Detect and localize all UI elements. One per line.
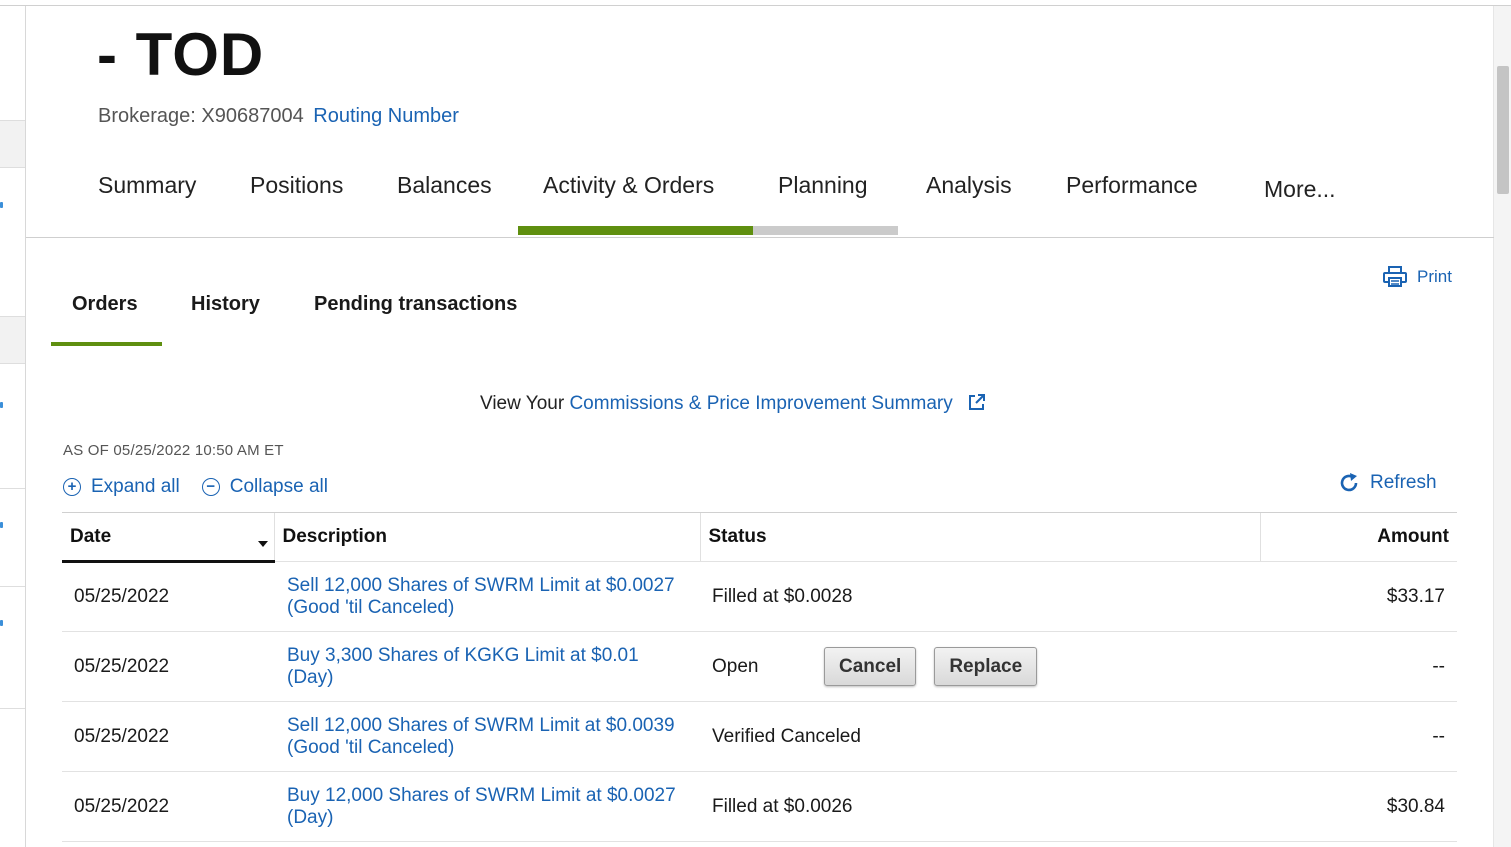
print-label: Print: [1417, 267, 1452, 286]
table-row: 05/25/2022 Buy 3,300 Shares of KGKG Limi…: [62, 631, 1457, 702]
rail-block: [0, 316, 25, 364]
printer-icon: [1383, 266, 1407, 287]
order-amount: $30.84: [1260, 771, 1457, 842]
tab-analysis[interactable]: Analysis: [926, 170, 1012, 200]
order-description-line: Sell 12,000 Shares of SWRM Limit at $0.0…: [287, 574, 675, 596]
refresh-label: Refresh: [1370, 472, 1437, 493]
order-amount: $33.17: [1260, 561, 1457, 632]
column-header-description: Description: [273, 512, 700, 562]
order-description-line: Buy 12,000 Shares of SWRM Limit at $0.00…: [287, 784, 676, 806]
as-of-timestamp: AS OF 05/25/2022 10:50 AM ET: [63, 442, 284, 459]
rail-block: [0, 120, 25, 168]
active-subtab-indicator: [51, 342, 162, 346]
tab-performance[interactable]: Performance: [1066, 170, 1198, 200]
vertical-scrollbar[interactable]: [1493, 6, 1511, 847]
rail-indicator: [0, 620, 3, 626]
routing-number-link[interactable]: Routing Number: [313, 105, 459, 127]
order-date: 05/25/2022: [62, 771, 274, 842]
collapse-all-label: Collapse all: [229, 476, 328, 497]
order-description-link[interactable]: Sell 12,000 Shares of SWRM Limit at $0.0…: [287, 715, 688, 759]
refresh-button[interactable]: Refresh: [1338, 472, 1437, 494]
order-term: (Day): [287, 806, 334, 828]
print-button[interactable]: Print: [1383, 266, 1452, 288]
order-status-cell: Open Cancel Replace: [700, 631, 1260, 702]
table-row: 05/25/2022 Sell 12,000 Shares of SWRM Li…: [62, 561, 1457, 632]
active-tab-indicator: [518, 226, 753, 235]
rail-indicator: [0, 202, 3, 208]
order-term: (Day): [287, 666, 334, 688]
brokerage-info: Brokerage: X90687004 Routing Number: [98, 102, 459, 130]
orders-table: Date Description Status Amount 05/25/202…: [62, 512, 1457, 842]
account-nav: Summary Positions Balances Activity & Or…: [26, 160, 1494, 238]
account-title: - TOD: [97, 21, 265, 88]
order-date: 05/25/2022: [62, 561, 274, 632]
order-description-link[interactable]: Buy 12,000 Shares of SWRM Limit at $0.00…: [287, 785, 688, 829]
replace-order-button[interactable]: Replace: [934, 647, 1038, 686]
column-header-status: Status: [699, 512, 1260, 562]
sort-descending-icon[interactable]: [257, 541, 268, 547]
tab-indicator-track: [753, 226, 898, 235]
rail-divider: [0, 488, 25, 489]
order-amount: --: [1260, 701, 1457, 772]
expand-all-button[interactable]: + Expand all: [63, 476, 180, 498]
expand-all-label: Expand all: [91, 476, 180, 497]
tab-more[interactable]: More...: [1264, 174, 1336, 204]
tab-positions[interactable]: Positions: [250, 170, 343, 200]
order-description: Buy 3,300 Shares of KGKG Limit at $0.01 …: [274, 631, 700, 702]
subtab-orders[interactable]: Orders: [72, 290, 138, 318]
order-description-line: Sell 12,000 Shares of SWRM Limit at $0.0…: [287, 714, 675, 736]
commissions-prefix: View Your: [480, 393, 565, 414]
order-status-group: Open Cancel Replace: [712, 647, 1248, 686]
tab-balances[interactable]: Balances: [397, 170, 492, 200]
column-header-date[interactable]: Date: [62, 512, 274, 563]
column-header-amount: Amount: [1259, 512, 1457, 562]
order-term: (Good 'til Canceled): [287, 736, 455, 758]
external-link-icon[interactable]: [968, 393, 986, 411]
subtab-history[interactable]: History: [191, 290, 260, 318]
order-description: Sell 12,000 Shares of SWRM Limit at $0.0…: [274, 701, 700, 772]
order-date: 05/25/2022: [62, 631, 274, 702]
cancel-order-button[interactable]: Cancel: [824, 647, 917, 686]
expand-collapse-controls: + Expand all − Collapse all: [63, 476, 328, 498]
left-side-panel: [0, 6, 26, 847]
collapse-all-button[interactable]: − Collapse all: [201, 476, 328, 498]
order-status: Verified Canceled: [700, 701, 1260, 772]
refresh-icon: [1340, 473, 1358, 492]
tab-activity-orders[interactable]: Activity & Orders: [543, 170, 714, 200]
order-status: Filled at $0.0028: [700, 561, 1260, 632]
order-description: Buy 12,000 Shares of SWRM Limit at $0.00…: [274, 771, 700, 842]
table-row: 05/25/2022 Buy 12,000 Shares of SWRM Lim…: [62, 771, 1457, 842]
order-amount: --: [1260, 631, 1457, 702]
tab-summary[interactable]: Summary: [98, 170, 196, 200]
rail-indicator: [0, 522, 3, 528]
commissions-summary-link[interactable]: Commissions & Price Improvement Summary: [569, 393, 952, 414]
table-row: 05/25/2022 Sell 12,000 Shares of SWRM Li…: [62, 701, 1457, 772]
order-date: 05/25/2022: [62, 701, 274, 772]
date-header-label: Date: [70, 525, 112, 547]
order-description-link[interactable]: Sell 12,000 Shares of SWRM Limit at $0.0…: [287, 575, 688, 619]
order-term: (Good 'til Canceled): [287, 596, 455, 618]
scrollbar-thumb[interactable]: [1497, 66, 1509, 194]
table-header-row: Date Description Status Amount: [62, 512, 1457, 563]
rail-indicator: [0, 402, 3, 408]
top-divider: [0, 5, 1511, 6]
commissions-summary: View Your Commissions & Price Improvemen…: [480, 391, 986, 417]
order-description: Sell 12,000 Shares of SWRM Limit at $0.0…: [274, 561, 700, 632]
plus-circle-icon: +: [63, 478, 81, 496]
order-status: Open: [712, 655, 759, 677]
minus-circle-icon: −: [201, 478, 220, 496]
subtab-pending-transactions[interactable]: Pending transactions: [314, 290, 517, 318]
order-status: Filled at $0.0026: [700, 771, 1260, 842]
brokerage-number: Brokerage: X90687004: [98, 105, 304, 127]
order-description-line: Buy 3,300 Shares of KGKG Limit at $0.01: [287, 644, 639, 666]
rail-divider: [0, 586, 25, 587]
order-description-link[interactable]: Buy 3,300 Shares of KGKG Limit at $0.01 …: [287, 645, 688, 689]
rail-divider: [0, 708, 25, 709]
tab-planning[interactable]: Planning: [778, 170, 868, 200]
